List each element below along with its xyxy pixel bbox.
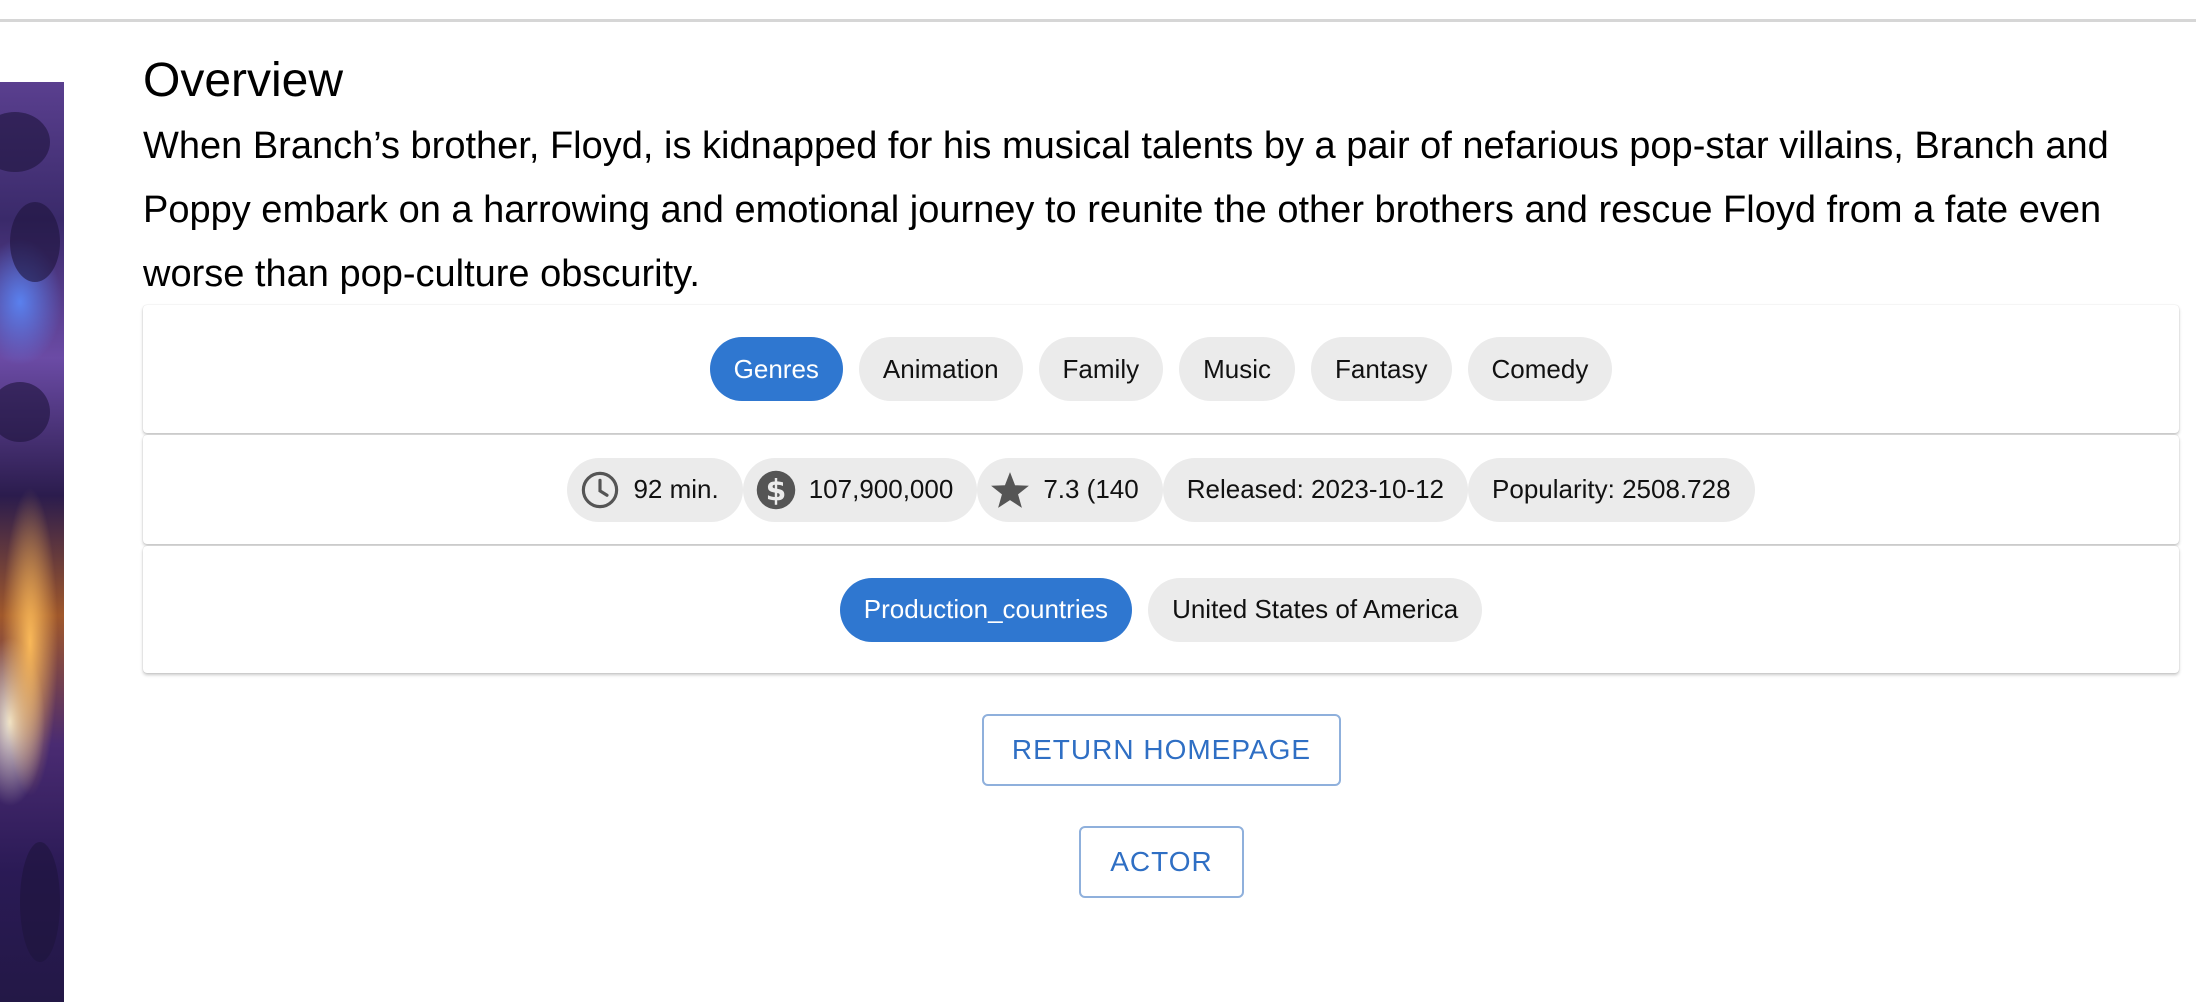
- production-countries-label-chip: Production_countries: [839, 577, 1133, 642]
- top-divider: [0, 19, 2196, 22]
- genres-label-chip: Genres: [709, 337, 843, 401]
- genre-chip-music[interactable]: Music: [1179, 337, 1296, 401]
- overview-heading: Overview: [143, 54, 344, 107]
- budget-chip: $ 107,900,000: [742, 457, 978, 522]
- return-homepage-button[interactable]: RETURN HOMEPAGE: [982, 714, 1341, 786]
- genre-chip-fantasy[interactable]: Fantasy: [1311, 337, 1452, 401]
- clock-icon: [582, 471, 619, 508]
- production-countries-card: Production_countries United States of Am…: [143, 546, 2179, 673]
- runtime-value: 92 min.: [633, 474, 719, 504]
- budget-value: 107,900,000: [808, 474, 954, 504]
- movie-meta-card: 92 min. $ 107,900,000 7.3 (140 Released:…: [143, 435, 2179, 544]
- countries-chip-list: Production_countries United States of Am…: [832, 577, 1490, 642]
- runtime-chip: 92 min.: [567, 457, 743, 522]
- movie-poster-image: [0, 82, 64, 1002]
- actor-button[interactable]: ACTOR: [1079, 826, 1244, 898]
- meta-chip-list: 92 min. $ 107,900,000 7.3 (140 Released:…: [567, 457, 1755, 522]
- released-chip: Released: 2023-10-12: [1162, 457, 1469, 522]
- overview-description: When Branch’s brother, Floyd, is kidnapp…: [143, 125, 2109, 295]
- genre-chip-family[interactable]: Family: [1038, 337, 1164, 401]
- star-icon: [991, 471, 1030, 508]
- country-chip-usa[interactable]: United States of America: [1148, 577, 1483, 642]
- dollar-icon: $: [756, 470, 795, 509]
- genre-chip-comedy[interactable]: Comedy: [1467, 337, 1613, 401]
- genre-chip-animation[interactable]: Animation: [858, 337, 1023, 401]
- rating-chip: 7.3 (140: [977, 457, 1163, 522]
- popularity-chip: Popularity: 2508.728: [1468, 457, 1755, 522]
- rating-value: 7.3 (140: [1043, 474, 1139, 504]
- svg-text:$: $: [765, 473, 786, 508]
- genres-card: Genres Animation Family Music Fantasy Co…: [143, 305, 2179, 433]
- genres-chip-list: Genres Animation Family Music Fantasy Co…: [702, 337, 1621, 401]
